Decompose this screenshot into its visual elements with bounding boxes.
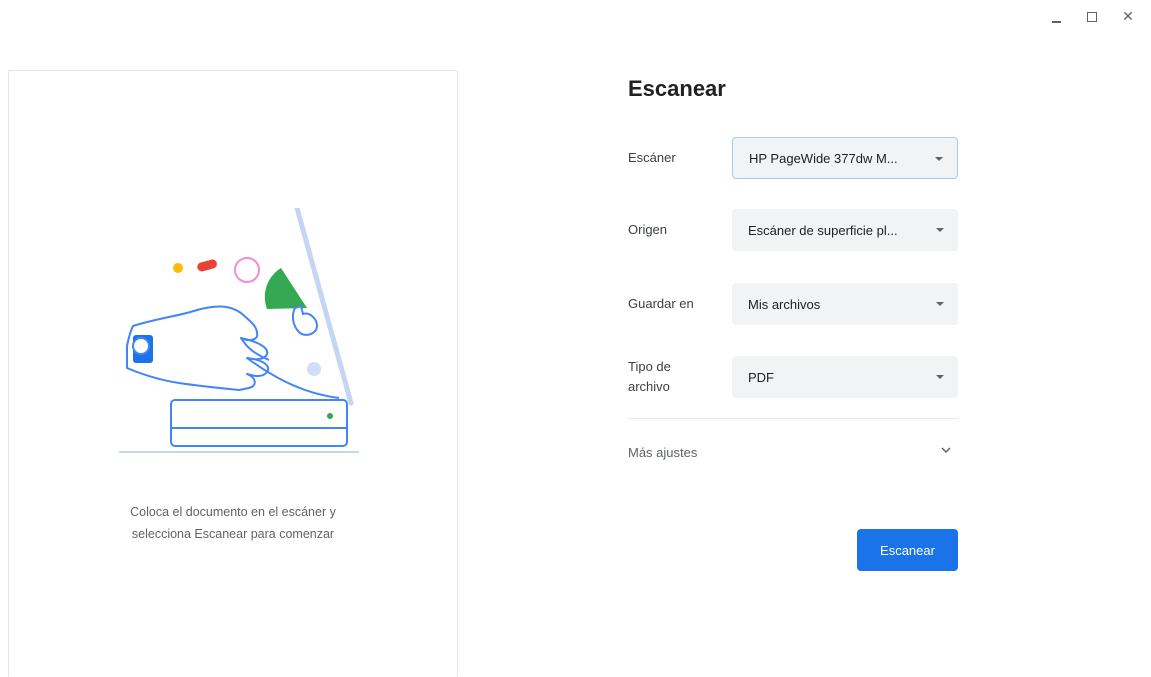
more-settings-toggle[interactable]: Más ajustes xyxy=(628,434,958,470)
close-icon[interactable]: ✕ xyxy=(1119,8,1137,26)
scanner-hand-illustration xyxy=(119,208,359,453)
file-type-select[interactable]: PDF xyxy=(732,356,958,398)
dropdown-arrow-icon xyxy=(936,228,944,232)
scanner-value: HP PageWide 377dw M... xyxy=(749,150,898,166)
chevron-down-icon xyxy=(941,447,951,454)
file-type-label-line2: archivo xyxy=(628,379,670,394)
scanner-label: Escáner xyxy=(628,150,676,165)
maximize-icon[interactable] xyxy=(1083,8,1101,26)
scanner-row: Escáner HP PageWide 377dw M... xyxy=(628,137,960,179)
dropdown-arrow-icon xyxy=(936,375,944,379)
more-settings-label: Más ajustes xyxy=(628,444,698,460)
save-to-label: Guardar en xyxy=(628,296,694,311)
source-value: Escáner de superficie pl... xyxy=(748,222,898,238)
minimize-icon[interactable] xyxy=(1047,8,1065,26)
save-to-row: Guardar en Mis archivos xyxy=(628,283,960,325)
divider xyxy=(628,418,958,419)
file-type-label-line1: Tipo de xyxy=(628,359,671,374)
hint-line-2: selecciona Escanear para comenzar xyxy=(131,527,335,541)
file-type-label: Tipo de archivo xyxy=(628,357,732,397)
dropdown-arrow-icon xyxy=(936,302,944,306)
dropdown-arrow-icon xyxy=(935,157,943,161)
page-title: Escanear xyxy=(628,76,726,101)
save-to-select[interactable]: Mis archivos xyxy=(732,283,958,325)
scan-settings-panel: Escanear Escáner HP PageWide 377dw M... … xyxy=(628,70,960,571)
scan-preview-area: Coloca el documento en el escáner y sele… xyxy=(8,70,458,677)
scan-button[interactable]: Escanear xyxy=(857,529,958,571)
preview-instructions: Coloca el documento en el escáner y sele… xyxy=(9,501,457,545)
file-type-value: PDF xyxy=(748,369,774,385)
source-select[interactable]: Escáner de superficie pl... xyxy=(732,209,958,251)
source-label: Origen xyxy=(628,222,668,237)
hint-line-1: Coloca el documento en el escáner y xyxy=(130,505,336,519)
file-type-row: Tipo de archivo PDF xyxy=(628,356,960,398)
save-to-value: Mis archivos xyxy=(748,296,821,312)
scanner-select[interactable]: HP PageWide 377dw M... xyxy=(732,137,958,179)
source-row: Origen Escáner de superficie pl... xyxy=(628,209,960,251)
window-controls: ✕ xyxy=(1047,8,1137,26)
